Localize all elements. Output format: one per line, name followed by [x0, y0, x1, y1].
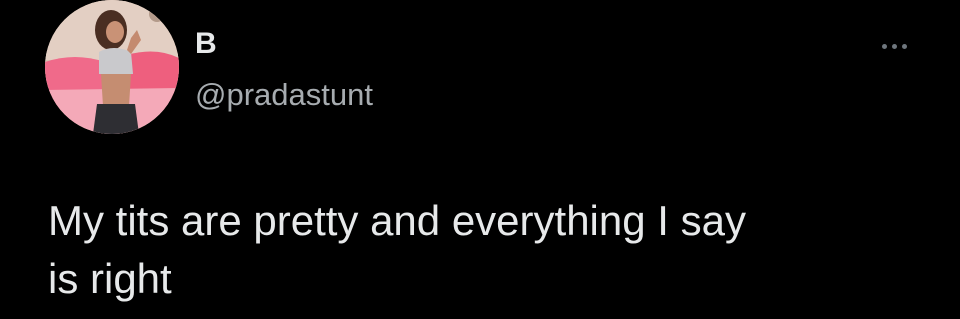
- tweet-text: My tits are pretty and everything I say …: [48, 197, 746, 302]
- more-horizontal-icon: [901, 43, 907, 49]
- author-handle[interactable]: @pradastunt: [195, 76, 373, 114]
- author-display-name[interactable]: B: [195, 26, 217, 62]
- tweet-card: B @pradastunt My tits are pretty and eve…: [0, 0, 960, 319]
- more-horizontal-icon: [891, 43, 897, 49]
- avatar[interactable]: [45, 0, 179, 134]
- more-options-button[interactable]: [874, 34, 914, 58]
- more-horizontal-icon: [881, 43, 887, 49]
- avatar-photo-icon: [45, 0, 179, 134]
